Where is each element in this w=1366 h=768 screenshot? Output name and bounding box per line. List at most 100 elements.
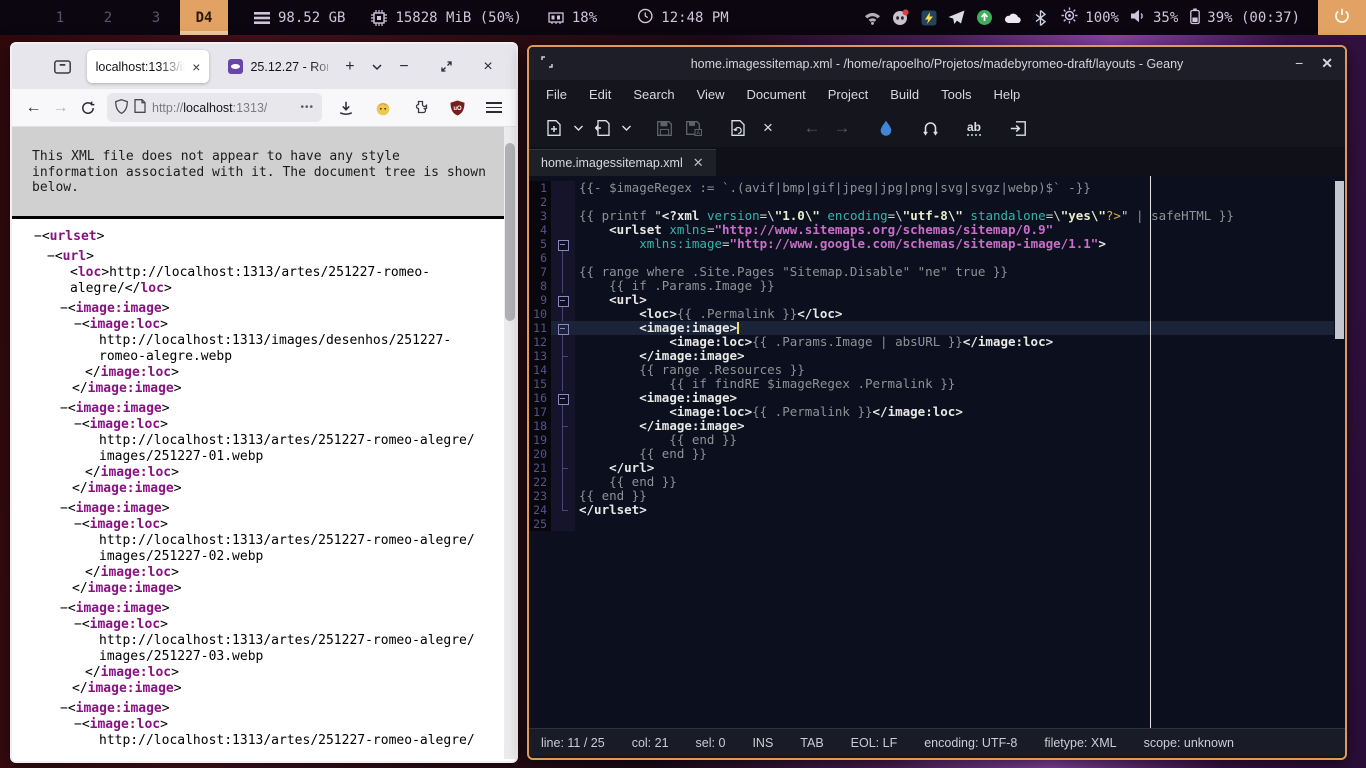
volume-widget[interactable]: 35% [1131, 9, 1178, 27]
collapse-toggle[interactable]: − [74, 717, 82, 732]
bird-update-icon[interactable] [976, 9, 993, 26]
power-button[interactable] [1318, 0, 1366, 35]
new-tab-button[interactable]: + [337, 53, 364, 81]
firefox-scrollbar[interactable] [504, 127, 516, 759]
line-number[interactable]: 22 [529, 475, 551, 489]
collapse-toggle[interactable]: − [74, 617, 82, 632]
line-number[interactable]: 15 [529, 377, 551, 391]
telegram-icon[interactable] [948, 9, 965, 26]
collapse-toggle[interactable]: − [34, 229, 42, 244]
line-number[interactable]: 18 [529, 419, 551, 433]
workspace-2[interactable]: 2 [84, 0, 132, 35]
close-button[interactable]: × [474, 53, 502, 81]
bluetooth-icon[interactable] [1032, 9, 1049, 26]
save-all-button[interactable]: A [679, 114, 709, 142]
workspace-1[interactable]: 1 [36, 0, 84, 35]
restore-button[interactable] [432, 53, 460, 81]
page-info-icon[interactable] [134, 99, 146, 116]
menu-view[interactable]: View [688, 84, 734, 105]
menu-build[interactable]: Build [881, 84, 928, 105]
collapse-toggle[interactable]: − [74, 517, 82, 532]
line-number[interactable]: 23 [529, 489, 551, 503]
editor-scrollbar[interactable] [1334, 179, 1345, 728]
terminal-icon[interactable] [920, 9, 937, 26]
workspace-D4[interactable]: D4 [180, 0, 228, 35]
line-number[interactable]: 11 [529, 321, 551, 335]
collapse-toggle[interactable]: − [74, 317, 82, 332]
menu-file[interactable]: File [537, 84, 576, 105]
replace-button[interactable]: ab [959, 114, 989, 142]
fold-toggle-icon[interactable] [551, 237, 575, 251]
goto-line-button[interactable] [915, 114, 945, 142]
collapse-toggle[interactable]: − [60, 701, 68, 716]
geany-title-bar[interactable]: home.imagessitemap.xml - /home/rapoelho/… [529, 47, 1345, 80]
collapse-toggle[interactable]: − [60, 501, 68, 516]
fold-toggle-icon[interactable] [551, 391, 575, 405]
workspace-3[interactable]: 3 [132, 0, 180, 35]
line-number[interactable]: 2 [529, 195, 551, 209]
tab-close-icon[interactable]: ✕ [693, 155, 704, 171]
ublock-origin-icon[interactable]: uO [443, 94, 471, 122]
url-bar[interactable]: http://localhost:1313/ ••• [107, 93, 322, 122]
navigate-back-button[interactable]: ← [797, 114, 827, 142]
discord-icon[interactable] [892, 9, 909, 26]
line-number[interactable]: 13 [529, 349, 551, 363]
line-number[interactable]: 20 [529, 447, 551, 461]
tab-close-icon[interactable]: × [192, 59, 200, 75]
fold-toggle-icon[interactable] [551, 321, 575, 335]
menu-edit[interactable]: Edit [580, 84, 620, 105]
line-number[interactable]: 24 [529, 503, 551, 517]
list-tabs-chevron-icon[interactable] [363, 53, 390, 81]
wifi-icon[interactable] [864, 9, 881, 26]
line-number[interactable]: 3 [529, 209, 551, 223]
line-number[interactable]: 16 [529, 391, 551, 405]
minimize-button[interactable]: − [1295, 55, 1303, 72]
line-number[interactable]: 9 [529, 293, 551, 307]
line-number[interactable]: 1 [529, 181, 551, 195]
line-number[interactable]: 5 [529, 237, 551, 251]
collapse-toggle[interactable]: − [47, 249, 55, 264]
cloud-icon[interactable] [1004, 9, 1021, 26]
firefox-view-icon[interactable] [48, 52, 77, 82]
line-number[interactable]: 6 [529, 251, 551, 265]
new-document-button[interactable] [539, 114, 569, 142]
extension-monkey-icon[interactable] [369, 94, 397, 122]
scrollbar-thumb[interactable] [1335, 181, 1344, 339]
line-number[interactable]: 19 [529, 433, 551, 447]
quit-button[interactable] [1003, 114, 1033, 142]
line-number[interactable]: 8 [529, 279, 551, 293]
line-number[interactable]: 17 [529, 405, 551, 419]
line-number[interactable]: 12 [529, 335, 551, 349]
color-chooser-button[interactable] [871, 114, 901, 142]
scrollbar-thumb[interactable] [505, 143, 515, 321]
shield-icon[interactable] [115, 99, 128, 117]
line-number[interactable]: 4 [529, 223, 551, 237]
extensions-puzzle-icon[interactable] [406, 94, 434, 122]
menu-tools[interactable]: Tools [932, 84, 980, 105]
line-number[interactable]: 25 [529, 517, 551, 531]
code-editor[interactable]: 1{{- $imageRegex := `.(avif|bmp|gif|jpeg… [529, 176, 1345, 728]
minimize-button[interactable]: − [390, 53, 418, 81]
close-button[interactable]: ✕ [1321, 55, 1333, 72]
close-document-button[interactable]: × [753, 114, 783, 142]
revert-button[interactable] [723, 114, 753, 142]
navigate-forward-button[interactable]: → [827, 114, 857, 142]
reload-button[interactable] [74, 94, 101, 122]
menu-help[interactable]: Help [985, 84, 1030, 105]
menu-search[interactable]: Search [624, 84, 683, 105]
menu-hamburger-icon[interactable] [480, 94, 508, 122]
new-document-dropdown-icon[interactable] [569, 114, 587, 142]
tab-discord[interactable]: 25.12.27 - Rome [219, 50, 336, 83]
save-button[interactable] [649, 114, 679, 142]
fold-toggle-icon[interactable] [551, 293, 575, 307]
menu-project[interactable]: Project [819, 84, 877, 105]
open-document-dropdown-icon[interactable] [617, 114, 635, 142]
window-restore-icon[interactable] [541, 56, 553, 71]
collapse-toggle[interactable]: − [60, 601, 68, 616]
brightness-widget[interactable]: 100% [1061, 7, 1119, 28]
collapse-toggle[interactable]: − [60, 401, 68, 416]
line-number[interactable]: 21 [529, 461, 551, 475]
collapse-toggle[interactable]: − [60, 301, 68, 316]
back-button[interactable]: ← [20, 94, 47, 122]
menu-document[interactable]: Document [738, 84, 815, 105]
